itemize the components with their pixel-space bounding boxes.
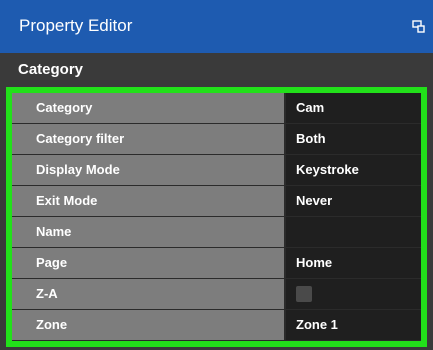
property-value: Keystroke (296, 162, 359, 177)
property-name-cell: Page (12, 248, 286, 278)
property-row-exit-mode[interactable]: Exit Mode Never (12, 186, 421, 217)
property-name-cell: Display Mode (12, 155, 286, 185)
property-editor-window: Property Editor Category Category Cam Ca… (0, 0, 433, 350)
property-value-cell[interactable]: Home (286, 248, 421, 278)
property-row-zone[interactable]: Zone Zone 1 (12, 310, 421, 341)
property-row-category[interactable]: Category Cam (12, 93, 421, 124)
property-value-cell[interactable]: Never (286, 186, 421, 216)
property-value-cell[interactable]: Cam (286, 93, 421, 123)
property-name: Zone (36, 317, 68, 332)
property-row-page[interactable]: Page Home (12, 248, 421, 279)
property-row-name[interactable]: Name (12, 217, 421, 248)
property-value-cell[interactable]: Both (286, 124, 421, 154)
property-value: Home (296, 255, 333, 270)
property-value-cell (286, 279, 421, 309)
property-value-cell[interactable]: Keystroke (286, 155, 421, 185)
property-name: Name (36, 224, 72, 239)
property-name-cell: Name (12, 217, 286, 247)
title-bar: Property Editor (0, 0, 433, 53)
property-value: Never (296, 193, 333, 208)
property-value: Both (296, 131, 326, 146)
property-value: Cam (296, 100, 325, 115)
section-title: Category (18, 61, 84, 78)
property-name-cell: Exit Mode (12, 186, 286, 216)
property-name: Exit Mode (36, 193, 98, 208)
property-name: Category filter (36, 131, 125, 146)
property-name-cell: Z-A (12, 279, 286, 309)
window-title: Property Editor (19, 16, 133, 35)
property-row-display-mode[interactable]: Display Mode Keystroke (12, 155, 421, 186)
z-a-checkbox[interactable] (296, 286, 312, 302)
property-name: Display Mode (36, 162, 120, 177)
property-value-cell[interactable]: Zone 1 (286, 310, 421, 340)
property-grid: Category Cam Category filter Both Displa… (12, 93, 421, 341)
property-name: Page (36, 255, 68, 270)
property-name-cell: Zone (12, 310, 286, 340)
popout-window-icon[interactable] (412, 20, 425, 33)
property-name: Category (36, 100, 93, 115)
property-value-cell[interactable] (286, 217, 421, 247)
property-row-category-filter[interactable]: Category filter Both (12, 124, 421, 155)
property-value: Zone 1 (296, 317, 338, 332)
property-row-z-a[interactable]: Z-A (12, 279, 421, 310)
category-section-header: Category (0, 53, 433, 87)
property-name: Z-A (36, 286, 58, 301)
property-name-cell: Category filter (12, 124, 286, 154)
property-name-cell: Category (12, 93, 286, 123)
